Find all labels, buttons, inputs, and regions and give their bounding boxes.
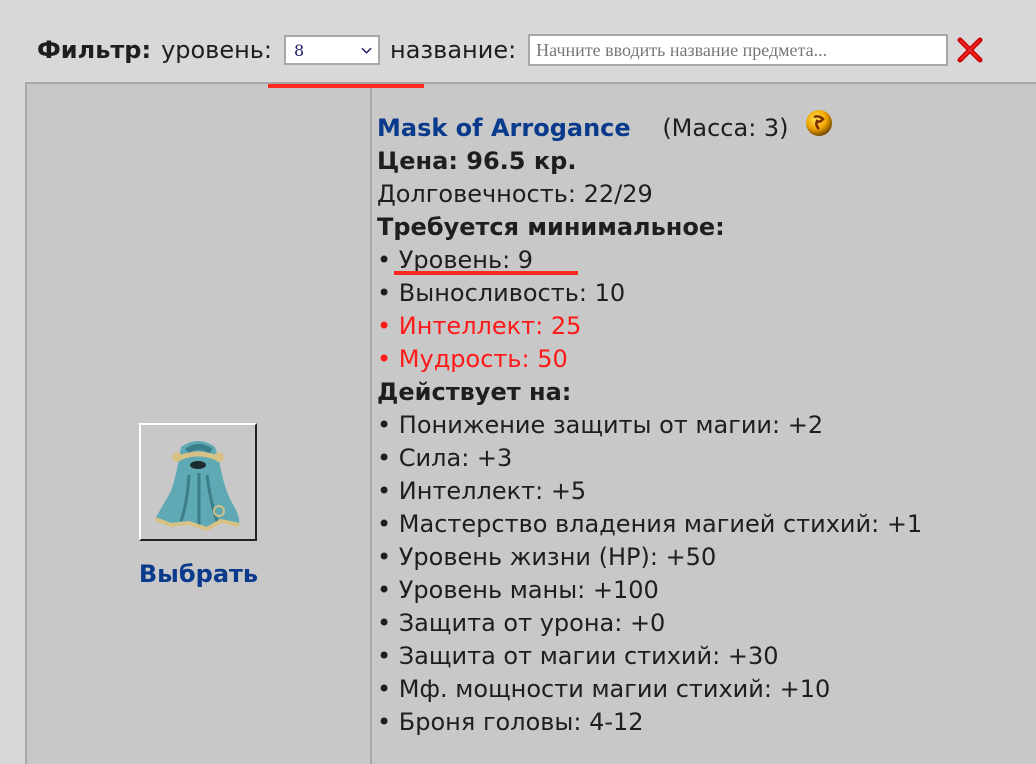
item-details: Mask of Arrogance (Масса: 3) Цена: 96.5 … bbox=[377, 108, 922, 739]
item-name-link[interactable]: Mask of Arrogance bbox=[377, 114, 631, 142]
level-label: уровень: bbox=[161, 36, 273, 64]
item-mass: (Масса: 3) bbox=[662, 114, 789, 142]
level-select-value: 8 bbox=[294, 40, 305, 60]
item-name-search-input[interactable] bbox=[528, 34, 949, 66]
close-x-icon[interactable] bbox=[956, 36, 984, 64]
effect-item: Интеллект: +5 bbox=[377, 475, 922, 508]
annotation-underline-filter bbox=[268, 84, 424, 88]
effect-item: Уровень жизни (HP): +50 bbox=[377, 541, 922, 574]
select-item-link[interactable]: Выбрать bbox=[27, 560, 370, 588]
effect-item: Мастерство владения магией стихий: +1 bbox=[377, 508, 922, 541]
effect-item: Уровень маны: +100 bbox=[377, 574, 922, 607]
requirement-item-unmet: Мудрость: 50 bbox=[377, 343, 922, 376]
requirement-item-unmet: Интеллект: 25 bbox=[377, 310, 922, 343]
requirements-title: Требуется минимальное: bbox=[377, 213, 725, 241]
filter-bar: Фильтр: уровень: 8 название: bbox=[37, 30, 984, 70]
mask-of-arrogance-image bbox=[154, 441, 240, 532]
artefact-orb-icon bbox=[806, 110, 833, 136]
effect-item: Защита от магии стихий: +30 bbox=[377, 640, 922, 673]
item-durability: Долговечность: 22/29 bbox=[377, 180, 653, 208]
effect-item: Понижение защиты от магии: +2 bbox=[377, 409, 922, 442]
item-image-cell: Выбрать bbox=[27, 84, 372, 764]
effect-item: Броня головы: 4-12 bbox=[377, 706, 922, 739]
item-header-line: Mask of Arrogance (Масса: 3) bbox=[377, 108, 922, 145]
effect-item: Мф. мощности магии стихий: +10 bbox=[377, 673, 922, 706]
item-price: Цена: 96.5 кр. bbox=[377, 147, 577, 175]
level-select[interactable]: 8 bbox=[284, 35, 381, 65]
chevron-down-icon bbox=[361, 47, 372, 54]
effect-item: Защита от урона: +0 bbox=[377, 607, 922, 640]
effect-item: Сила: +3 bbox=[377, 442, 922, 475]
effects-title: Действует на: bbox=[377, 378, 572, 406]
name-label: название: bbox=[390, 36, 517, 64]
item-image[interactable] bbox=[139, 423, 257, 541]
filter-title: Фильтр: bbox=[37, 36, 152, 64]
annotation-underline-requirement bbox=[394, 271, 578, 275]
requirement-item: Выносливость: 10 bbox=[377, 277, 922, 310]
